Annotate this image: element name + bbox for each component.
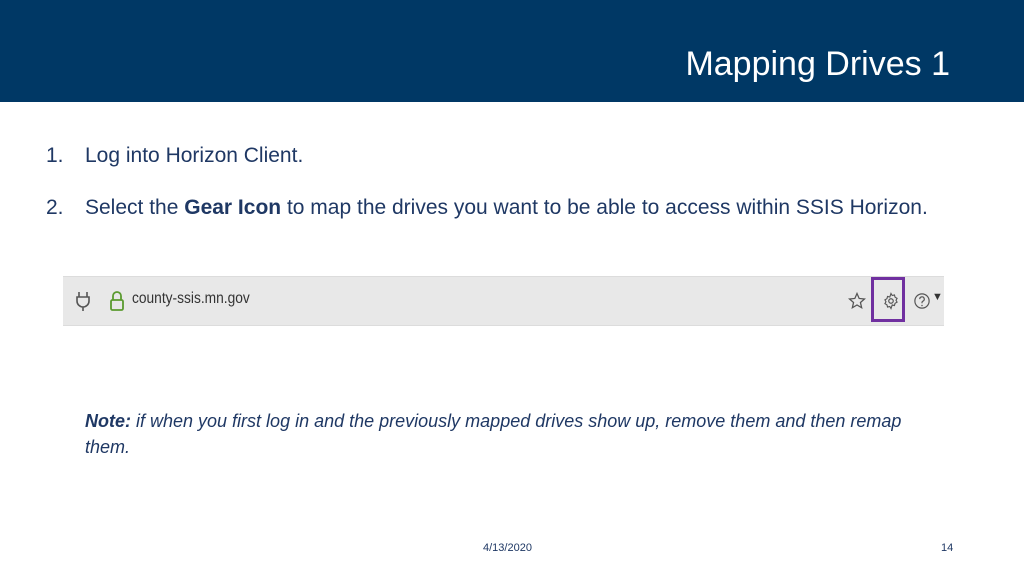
step-text-bold: Gear Icon (184, 196, 282, 219)
plug-icon[interactable] (71, 289, 95, 313)
url-text[interactable]: county-ssis.mn.gov (132, 290, 250, 308)
slide-title: Mapping Drives 1 (685, 45, 950, 83)
gear-icon[interactable] (880, 290, 902, 312)
step-text: Select the Gear Icon to map the drives y… (85, 192, 946, 223)
caret-down-icon[interactable]: ▼ (932, 291, 943, 303)
lock-icon (107, 289, 127, 313)
slide-header: Mapping Drives 1 (0, 0, 1024, 102)
slide-date: 4/13/2020 (483, 542, 532, 554)
star-icon[interactable] (846, 290, 868, 312)
browser-toolbar-screenshot: county-ssis.mn.gov ▼ (63, 276, 944, 326)
step-text-after: to map the drives you want to be able to… (281, 196, 928, 219)
step-text-before: Select the (85, 196, 185, 219)
note-paragraph: Note: if when you first log in and the p… (85, 408, 945, 460)
list-item: 1. Log into Horizon Client. (46, 140, 946, 171)
help-icon[interactable] (911, 290, 933, 312)
slide-page-number: 14 (941, 542, 954, 554)
step-text: Log into Horizon Client. (85, 144, 304, 167)
note-text: if when you first log in and the previou… (85, 411, 902, 457)
steps-list: 1. Log into Horizon Client. 2. Select th… (46, 140, 946, 223)
step-number: 2. (46, 196, 64, 219)
note-label: Note: (85, 411, 131, 431)
step-number: 1. (46, 144, 64, 167)
list-item: 2. Select the Gear Icon to map the drive… (46, 192, 946, 223)
